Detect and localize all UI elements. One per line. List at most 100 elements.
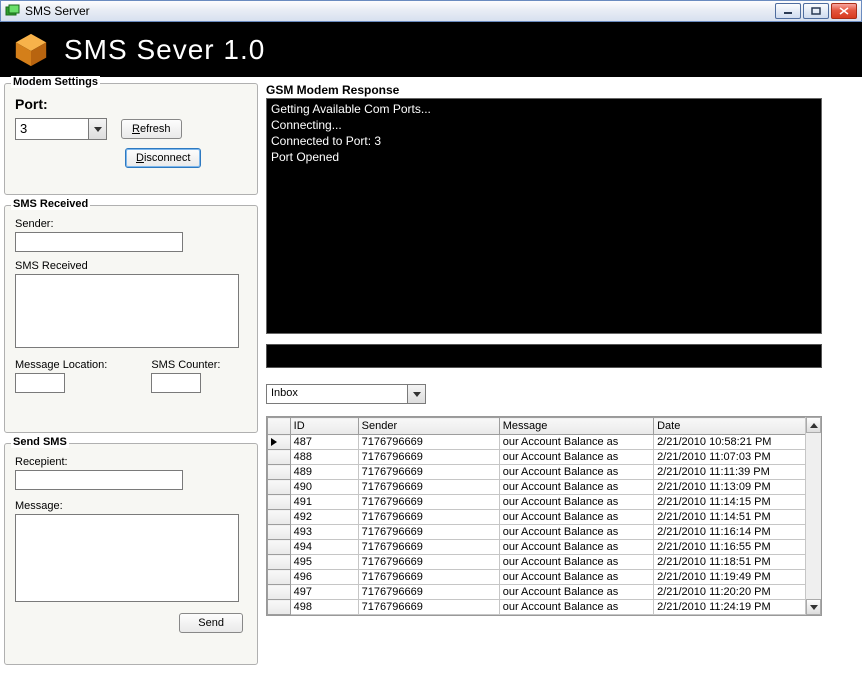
cell-id[interactable]: 497 [290,585,358,600]
cell-sender[interactable]: 7176796669 [358,495,499,510]
cell-message[interactable]: our Account Balance as [499,525,653,540]
table-row[interactable]: 4937176796669our Account Balance as2/21/… [268,525,807,540]
cell-date[interactable]: 2/21/2010 11:16:55 PM [654,540,807,555]
cell-message[interactable]: our Account Balance as [499,480,653,495]
grid-corner [268,418,291,435]
console-line: Port Opened [271,149,817,165]
cell-date[interactable]: 2/21/2010 11:14:15 PM [654,495,807,510]
message-location-input[interactable] [15,373,65,393]
response-console: Getting Available Com Ports...Connecting… [266,98,822,334]
cell-message[interactable]: our Account Balance as [499,585,653,600]
row-header [268,510,291,525]
table-row[interactable]: 4977176796669our Account Balance as2/21/… [268,585,807,600]
message-textarea[interactable] [15,514,239,602]
cell-sender[interactable]: 7176796669 [358,465,499,480]
minimize-button[interactable] [775,3,801,19]
sms-counter-input[interactable] [151,373,201,393]
cell-id[interactable]: 490 [290,480,358,495]
cell-sender[interactable]: 7176796669 [358,600,499,615]
sms-received-textarea[interactable] [15,274,239,348]
cell-message[interactable]: our Account Balance as [499,555,653,570]
cell-date[interactable]: 2/21/2010 11:14:51 PM [654,510,807,525]
cell-date[interactable]: 2/21/2010 11:20:20 PM [654,585,807,600]
cell-sender[interactable]: 7176796669 [358,570,499,585]
console-line: Connecting... [271,117,817,133]
cell-id[interactable]: 487 [290,435,358,450]
cell-sender[interactable]: 7176796669 [358,450,499,465]
cell-sender[interactable]: 7176796669 [358,435,499,450]
folder-select[interactable]: Inbox [266,384,426,404]
table-row[interactable]: 4947176796669our Account Balance as2/21/… [268,540,807,555]
cell-sender[interactable]: 7176796669 [358,540,499,555]
sms-received-label: SMS Received [15,260,247,272]
cell-id[interactable]: 491 [290,495,358,510]
cell-id[interactable]: 495 [290,555,358,570]
message-grid[interactable]: ID Sender Message Date 4877176796669our … [266,416,822,616]
cell-id[interactable]: 489 [290,465,358,480]
row-header [268,555,291,570]
cell-date[interactable]: 2/21/2010 11:13:09 PM [654,480,807,495]
cell-message[interactable]: our Account Balance as [499,510,653,525]
message-label: Message: [15,500,247,512]
maximize-button[interactable] [803,3,829,19]
banner: SMS Sever 1.0 [0,22,862,77]
cell-message[interactable]: our Account Balance as [499,450,653,465]
cell-date[interactable]: 2/21/2010 11:18:51 PM [654,555,807,570]
cell-sender[interactable]: 7176796669 [358,510,499,525]
row-header [268,435,291,450]
cell-id[interactable]: 488 [290,450,358,465]
send-sms-legend: Send SMS [11,436,69,448]
row-header [268,585,291,600]
table-row[interactable]: 4887176796669our Account Balance as2/21/… [268,450,807,465]
cell-message[interactable]: our Account Balance as [499,570,653,585]
folder-select-arrow [407,385,425,403]
cell-sender[interactable]: 7176796669 [358,555,499,570]
grid-header-id[interactable]: ID [290,418,358,435]
table-row[interactable]: 4897176796669our Account Balance as2/21/… [268,465,807,480]
table-row[interactable]: 4927176796669our Account Balance as2/21/… [268,510,807,525]
cell-date[interactable]: 2/21/2010 10:58:21 PM [654,435,807,450]
send-button[interactable]: Send [179,613,243,633]
grid-header-date[interactable]: Date [654,418,807,435]
status-bar [266,344,822,368]
cell-id[interactable]: 496 [290,570,358,585]
app-icon [5,4,21,18]
table-row[interactable]: 4967176796669our Account Balance as2/21/… [268,570,807,585]
cell-sender[interactable]: 7176796669 [358,525,499,540]
grid-header-message[interactable]: Message [499,418,653,435]
cell-message[interactable]: our Account Balance as [499,435,653,450]
cell-message[interactable]: our Account Balance as [499,600,653,615]
close-button[interactable] [831,3,857,19]
scroll-down-button[interactable] [806,599,821,615]
table-row[interactable]: 4907176796669our Account Balance as2/21/… [268,480,807,495]
row-header [268,495,291,510]
sender-input[interactable] [15,232,183,252]
recipient-input[interactable] [15,470,183,490]
port-select[interactable]: 3 [15,118,107,140]
grid-header-sender[interactable]: Sender [358,418,499,435]
table-row[interactable]: 4957176796669our Account Balance as2/21/… [268,555,807,570]
row-header [268,540,291,555]
cell-date[interactable]: 2/21/2010 11:19:49 PM [654,570,807,585]
cell-date[interactable]: 2/21/2010 11:11:39 PM [654,465,807,480]
cell-message[interactable]: our Account Balance as [499,540,653,555]
cell-id[interactable]: 494 [290,540,358,555]
table-row[interactable]: 4877176796669our Account Balance as2/21/… [268,435,807,450]
cell-id[interactable]: 498 [290,600,358,615]
scroll-up-button[interactable] [806,417,821,433]
cell-sender[interactable]: 7176796669 [358,480,499,495]
table-row[interactable]: 4917176796669our Account Balance as2/21/… [268,495,807,510]
cell-sender[interactable]: 7176796669 [358,585,499,600]
grid-scrollbar[interactable] [805,417,821,615]
cell-message[interactable]: our Account Balance as [499,495,653,510]
refresh-button[interactable]: Refresh [121,119,182,139]
cell-message[interactable]: our Account Balance as [499,465,653,480]
cell-id[interactable]: 493 [290,525,358,540]
cube-icon [12,31,50,69]
cell-date[interactable]: 2/21/2010 11:07:03 PM [654,450,807,465]
cell-date[interactable]: 2/21/2010 11:16:14 PM [654,525,807,540]
table-row[interactable]: 4987176796669our Account Balance as2/21/… [268,600,807,615]
cell-id[interactable]: 492 [290,510,358,525]
disconnect-button[interactable]: Disconnect [125,148,201,168]
cell-date[interactable]: 2/21/2010 11:24:19 PM [654,600,807,615]
